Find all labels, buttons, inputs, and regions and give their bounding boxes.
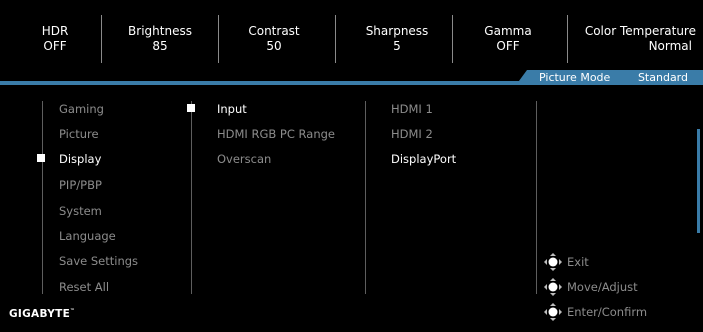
status-brightness-value: 85 [152,39,168,53]
status-hdr-value: OFF [43,39,67,53]
status-divider [567,15,568,63]
status-gamma-value: OFF [496,39,520,53]
status-contrast-value: 50 [266,39,282,53]
menu-item-gaming[interactable]: Gaming [59,102,104,116]
menu-item-pip-pbp[interactable]: PIP/PBP [59,178,102,192]
logo-trademark: ™ [70,308,76,314]
logo-text: GIGABYTE [9,308,71,320]
picture-mode-tab: Picture Mode Standard [516,70,703,85]
joystick-icon [544,278,562,296]
menu-item-language[interactable]: Language [59,229,116,243]
column-separator [42,101,43,294]
status-hdr-label: HDR [41,24,69,38]
gigabyte-logo: GIGABYTE™ [9,308,75,320]
picture-mode-value: Standard [637,71,688,84]
status-sharpness-label: Sharpness [365,24,429,38]
hint-move-adjust-label: Move/Adjust [567,280,638,294]
submenu-item-overscan[interactable]: Overscan [217,152,271,166]
status-divider [101,15,102,63]
hint-enter-confirm-label: Enter/Confirm [567,305,648,319]
selection-marker [37,154,45,162]
status-brightness-label: Brightness [128,24,192,38]
status-divider [218,15,219,63]
status-gamma: Gamma OFF [473,24,543,54]
hint-exit-label: Exit [567,255,589,269]
status-brightness: Brightness 85 [120,24,200,54]
status-divider [335,15,336,63]
submenu-item-input[interactable]: Input [217,102,247,116]
submenu-item-hdmi-rgb-pc-range[interactable]: HDMI RGB PC Range [217,127,335,141]
column-separator [536,101,537,294]
status-divider [452,15,453,63]
menu-item-reset-all[interactable]: Reset All [59,280,109,294]
status-sharpness-value: 5 [393,39,401,53]
status-contrast-label: Contrast [248,24,300,38]
option-displayport[interactable]: DisplayPort [391,152,456,166]
menu-item-picture[interactable]: Picture [59,127,99,141]
status-sharpness: Sharpness 5 [354,24,440,54]
picture-mode-label: Picture Mode [539,71,611,84]
column-separator [191,101,192,294]
selection-marker [187,104,195,112]
menu-item-save-settings[interactable]: Save Settings [59,254,138,268]
menu-item-system[interactable]: System [59,204,102,218]
joystick-icon [544,253,562,271]
column-separator [365,101,366,294]
status-color-temperature-value: Normal [648,39,692,53]
status-contrast: Contrast 50 [236,24,312,54]
status-color-temperature: Color Temperature Normal [574,24,696,54]
status-gamma-label: Gamma [484,24,532,38]
joystick-icon [544,303,562,321]
status-bar: HDR OFF Brightness 85 Contrast 50 Sharpn… [0,0,703,70]
status-color-temperature-label: Color Temperature [584,24,696,38]
scroll-indicator[interactable] [697,129,700,233]
menu-item-display[interactable]: Display [59,152,101,166]
option-hdmi-1[interactable]: HDMI 1 [391,102,433,116]
status-hdr: HDR OFF [30,24,80,54]
option-hdmi-2[interactable]: HDMI 2 [391,127,433,141]
